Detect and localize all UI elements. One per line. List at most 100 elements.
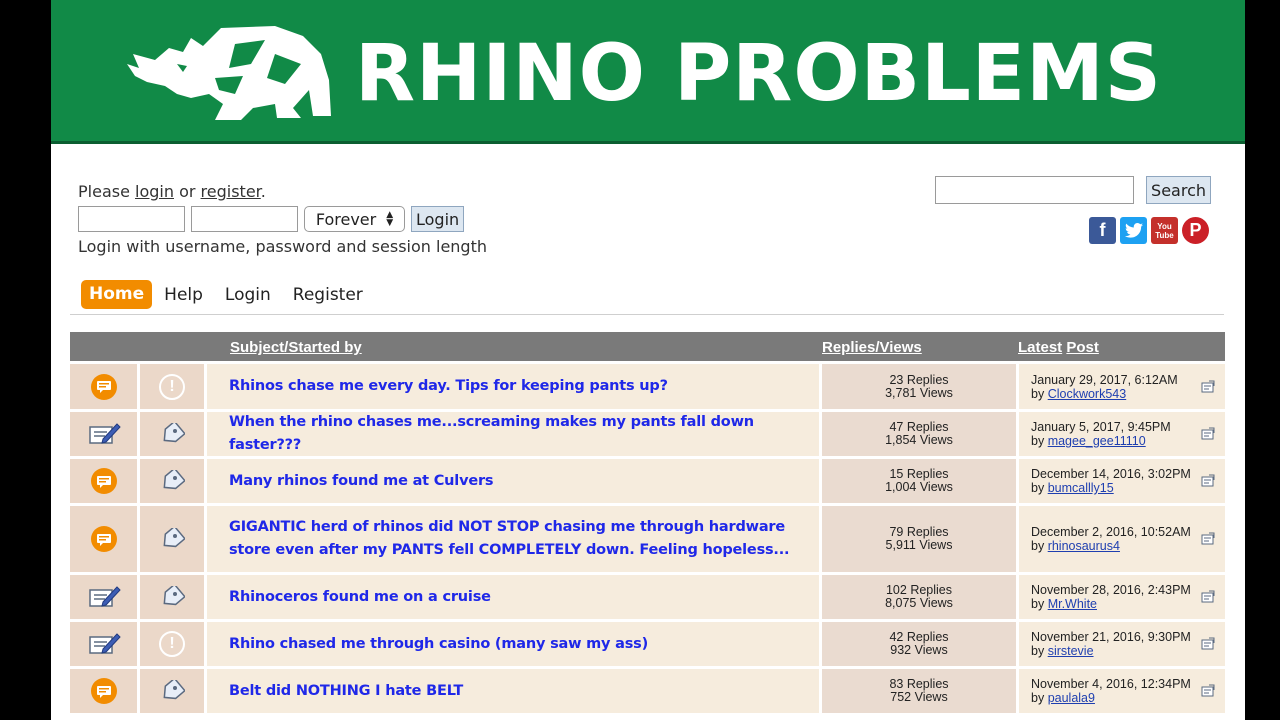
latest-post-cell: December 2, 2016, 10:52AM by rhinosaurus4 (1019, 506, 1225, 572)
hot-topic-icon (90, 678, 117, 704)
nav-help[interactable]: Help (164, 285, 203, 305)
table-row: ! Rhino chased me through casino (many sa… (70, 619, 1225, 666)
nav-register[interactable]: Register (293, 285, 363, 305)
topic-link[interactable]: Belt did NOTHING I hate BELT (229, 680, 463, 703)
sort-latest-post-link[interactable]: Post (1066, 339, 1099, 356)
login-hint: Login with username, password and sessio… (78, 237, 487, 256)
latest-post-cell: November 28, 2016, 2:43PM by Mr.White (1019, 575, 1225, 619)
hot-topic-icon (90, 373, 117, 400)
twitter-icon[interactable] (1120, 217, 1147, 244)
topic-link[interactable]: Rhino chased me through casino (many saw… (229, 633, 648, 656)
last-post-icon[interactable] (1201, 427, 1215, 441)
topic-status-cell (70, 669, 140, 713)
login-button[interactable]: Login (411, 206, 465, 232)
topic-link[interactable]: Rhinoceros found me on a cruise (229, 586, 491, 609)
latest-post-user-link[interactable]: magee_gee11110 (1048, 434, 1146, 448)
nav-login[interactable]: Login (225, 285, 271, 305)
topic-link[interactable]: GIGANTIC herd of rhinos did NOT STOP cha… (229, 516, 819, 562)
topic-type-cell (140, 459, 207, 503)
views-count: 3,781 Views (885, 385, 953, 400)
last-post-icon[interactable] (1201, 637, 1215, 651)
session-length-select[interactable]: Forever ▲ ▼ (304, 206, 405, 232)
search-input[interactable] (935, 176, 1135, 204)
latest-post-date: December 14, 2016, 3:02PM (1031, 467, 1191, 481)
subject-cell: Rhinos chase me every day. Tips for keep… (207, 364, 822, 409)
pinterest-icon[interactable]: P (1182, 217, 1209, 244)
topic-table: Subject/Started by Replies/Views Latest … (70, 332, 1225, 713)
exclamation-icon: ! (159, 373, 185, 400)
table-row: GIGANTIC herd of rhinos did NOT STOP cha… (70, 503, 1225, 572)
twitter-bird-icon (1124, 223, 1143, 238)
latest-post-date: November 4, 2016, 12:34PM (1031, 677, 1191, 691)
last-post-icon[interactable] (1201, 532, 1215, 546)
search-bar: Search (935, 176, 1211, 204)
latest-post-date: January 5, 2017, 9:45PM (1031, 420, 1171, 434)
latest-post-user-link[interactable]: rhinosaurus4 (1048, 539, 1120, 553)
latest-label: Latest (1018, 339, 1063, 356)
session-length-value: Forever (315, 209, 377, 229)
hot-topic-icon (90, 526, 117, 552)
latest-post-user-link[interactable]: bumcallly15 (1048, 481, 1114, 495)
last-post-icon[interactable] (1201, 474, 1215, 488)
by-label: by (1031, 644, 1048, 658)
last-post-icon[interactable] (1201, 684, 1215, 698)
topic-link[interactable]: Many rhinos found me at Culvers (229, 470, 494, 493)
site-banner: RHINO PROBLEMS (51, 0, 1245, 144)
forum-page: RHINO PROBLEMS Please login or register.… (51, 0, 1245, 720)
table-row: Many rhinos found me at Culvers 15 Replie… (70, 456, 1225, 503)
topic-status-cell (70, 364, 140, 409)
exclamation-icon: ! (159, 631, 185, 657)
nav-home[interactable]: Home (81, 280, 153, 309)
password-input[interactable] (191, 206, 298, 232)
latest-post-user-link[interactable]: paulala9 (1048, 691, 1095, 705)
latest-post-user-link[interactable]: Mr.White (1048, 597, 1097, 611)
register-link[interactable]: register (201, 182, 261, 201)
topic-status-cell (70, 575, 140, 619)
latest-post-date: December 2, 2016, 10:52AM (1031, 525, 1191, 539)
replies-views-cell: 15 Replies 1,004 Views (822, 459, 1019, 503)
youtube-icon[interactable]: You Tube (1151, 217, 1178, 244)
facebook-icon[interactable]: f (1089, 217, 1116, 244)
replies-views-cell: 79 Replies 5,911 Views (822, 506, 1019, 572)
banner-title: RHINO PROBLEMS (355, 29, 1162, 119)
login-link[interactable]: login (135, 182, 174, 201)
by-label: by (1031, 691, 1048, 705)
latest-post-user-link[interactable]: Clockwork543 (1048, 387, 1127, 401)
replies-views-cell: 102 Replies 8,075 Views (822, 575, 1019, 619)
replies-views-cell: 23 Replies 3,781 Views (822, 364, 1019, 409)
topic-type-cell (140, 506, 207, 572)
table-row: Belt did NOTHING I hate BELT 83 Replies 75… (70, 666, 1225, 713)
prompt-text: Please (78, 182, 136, 201)
subject-cell: Belt did NOTHING I hate BELT (207, 669, 822, 713)
topic-rows: ! Rhinos chase me every day. Tips for kee… (70, 361, 1225, 713)
topic-type-cell (140, 575, 207, 619)
tag-icon (163, 470, 185, 490)
replies-views-cell: 42 Replies 932 Views (822, 622, 1019, 666)
by-label: by (1031, 539, 1048, 553)
hot-topic-icon (90, 468, 117, 494)
latest-post-cell: January 5, 2017, 9:45PM by magee_gee11110 (1019, 412, 1225, 456)
subject-cell: When the rhino chases me...screaming mak… (207, 412, 822, 456)
search-button[interactable]: Search (1146, 176, 1211, 204)
subject-cell: Rhinoceros found me on a cruise (207, 575, 822, 619)
topic-link[interactable]: Rhinos chase me every day. Tips for keep… (229, 375, 668, 398)
topic-link[interactable]: When the rhino chases me...screaming mak… (229, 411, 819, 457)
last-post-icon[interactable] (1201, 380, 1215, 394)
replies-views-cell: 83 Replies 752 Views (822, 669, 1019, 713)
latest-post-date: November 28, 2016, 2:43PM (1031, 583, 1191, 597)
login-form: Forever ▲ ▼ Login (78, 206, 487, 232)
username-input[interactable] (78, 206, 185, 232)
last-post-icon[interactable] (1201, 590, 1215, 604)
views-count: 752 Views (890, 690, 948, 704)
login-prompt: Please login or register. (78, 180, 487, 204)
main-nav: Home Help Login Register (81, 280, 385, 309)
sort-replies-link[interactable]: Replies/Views (822, 332, 922, 364)
tag-icon (163, 586, 185, 606)
latest-post-user-link[interactable]: sirstevie (1048, 644, 1094, 658)
by-label: by (1031, 386, 1048, 401)
latest-post-date: January 29, 2017, 6:12AM (1031, 372, 1178, 387)
topic-status-cell (70, 412, 140, 456)
table-header: Subject/Started by Replies/Views Latest … (70, 332, 1225, 361)
sort-subject-link[interactable]: Subject/Started by (230, 332, 362, 364)
latest-post-cell: December 14, 2016, 3:02PM by bumcallly15 (1019, 459, 1225, 503)
